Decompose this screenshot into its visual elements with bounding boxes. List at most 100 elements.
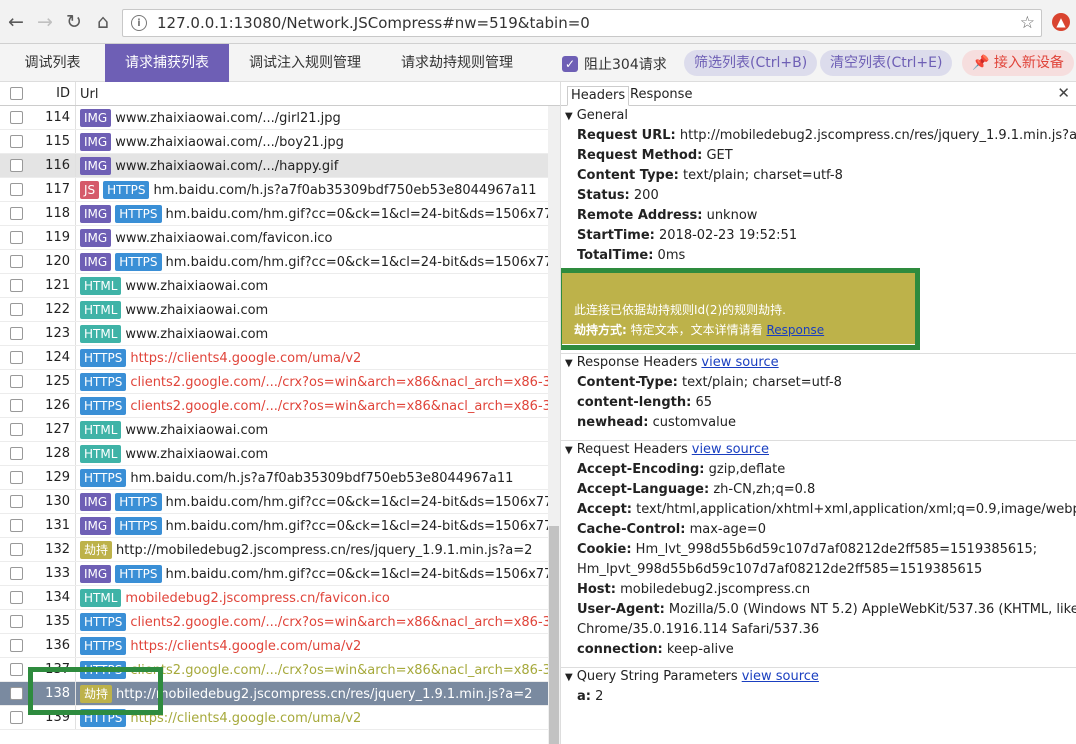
table-row[interactable]: 134 HTML mobiledebug2.jscompress.cn/favico… xyxy=(0,586,548,610)
table-row[interactable]: 115 IMG www.zhaixiaowai.com/.../boy21.jpg xyxy=(0,130,548,154)
row-checkbox[interactable] xyxy=(10,591,23,604)
request-headers-header[interactable]: ▼ Request Headers view source xyxy=(561,440,1076,460)
row-checkbox[interactable] xyxy=(10,327,23,340)
info-icon[interactable]: i xyxy=(131,15,147,31)
block304-checkbox[interactable]: ✓ 阻止304请求 xyxy=(562,54,667,74)
row-checkbox[interactable] xyxy=(10,519,23,532)
row-checkbox[interactable] xyxy=(10,567,23,580)
address-url[interactable]: 127.0.0.1:13080/Network.JSCompress#nw=51… xyxy=(157,14,590,32)
row-url-cell: IMG HTTPS hm.baidu.com/hm.gif?cc=0&ck=1&cl… xyxy=(80,202,560,226)
table-row[interactable]: 133 IMG HTTPS hm.baidu.com/hm.gif?cc=0&ck=1… xyxy=(0,562,560,586)
arrow-left-icon[interactable]: ← xyxy=(3,9,29,35)
table-row[interactable]: 139 HTTPS https://clients4.google.com/uma/… xyxy=(0,706,548,730)
home-icon[interactable]: ⌂ xyxy=(90,9,116,35)
row-checkbox[interactable] xyxy=(10,495,23,508)
table-row[interactable]: 127 HTML www.zhaixiaowai.com xyxy=(0,418,548,442)
tab-debug-list[interactable]: 调试列表 xyxy=(0,44,105,82)
table-row[interactable]: 135 HTTPS clients2.google.com/.../crx?os=w… xyxy=(0,610,560,634)
query-view-source-link[interactable]: view source xyxy=(742,669,819,684)
row-checkbox[interactable] xyxy=(10,375,23,388)
close-icon[interactable]: ✕ xyxy=(1057,84,1070,102)
table-row[interactable]: 125 HTTPS clients2.google.com/.../crx?os=w… xyxy=(0,370,560,394)
table-row[interactable]: 120 IMG HTTPS hm.baidu.com/hm.gif?cc=0&ck=1… xyxy=(0,250,560,274)
row-checkbox[interactable] xyxy=(10,687,23,700)
table-row[interactable]: 130 IMG HTTPS hm.baidu.com/hm.gif?cc=0&ck=1… xyxy=(0,490,560,514)
table-row[interactable]: 136 HTTPS https://clients4.google.com/uma/… xyxy=(0,634,548,658)
table-row[interactable]: 128 HTML www.zhaixiaowai.com xyxy=(0,442,548,466)
header-field: Host: mobiledebug2.jscompress.cn xyxy=(561,580,1076,600)
type-badge: IMG xyxy=(80,157,112,175)
select-all-checkbox[interactable] xyxy=(10,87,23,100)
address-bar[interactable]: i 127.0.0.1:13080/Network.JSCompress#nw=… xyxy=(122,9,1042,37)
filter-button[interactable]: 筛选列表(Ctrl+B) xyxy=(684,50,818,76)
table-row[interactable]: 138 劫持 http://mobiledebug2.jscompress.cn/r… xyxy=(0,682,548,706)
list-scrollbar[interactable] xyxy=(548,106,560,744)
table-row[interactable]: 114 IMG www.zhaixiaowai.com/.../girl21.jpg xyxy=(0,106,548,130)
detail-tabs: Headers Response ✕ xyxy=(561,82,1076,106)
table-row[interactable]: 122 HTML www.zhaixiaowai.com xyxy=(0,298,548,322)
row-checkbox[interactable] xyxy=(10,183,23,196)
table-row[interactable]: 123 HTML www.zhaixiaowai.com xyxy=(0,322,548,346)
arrow-right-icon[interactable]: → xyxy=(32,9,58,35)
tab-inject-rules[interactable]: 调试注入规则管理 xyxy=(229,44,381,82)
tab-hijack-rules[interactable]: 请求劫持规则管理 xyxy=(381,44,533,82)
query-header[interactable]: ▼ Query String Parameters view source xyxy=(561,667,1076,687)
row-checkbox[interactable] xyxy=(10,543,23,556)
field-value: Hm_lvt_998d55b6d59c107d7af08212de2ff585=… xyxy=(635,542,1038,557)
tab-capture-list[interactable]: 请求捕获列表 xyxy=(105,44,229,82)
row-checkbox[interactable] xyxy=(10,663,23,676)
row-checkbox[interactable] xyxy=(10,639,23,652)
field-value: Hm_lpvt_998d55b6d59c107d7af08212de2ff585… xyxy=(577,562,983,577)
request-view-source-link[interactable]: view source xyxy=(692,442,769,457)
table-row[interactable]: 117 JS HTTPS hm.baidu.com/h.js?a7f0ab35309b… xyxy=(0,178,548,202)
connect-device-button[interactable]: 📌 接入新设备 xyxy=(962,50,1074,76)
row-checkbox[interactable] xyxy=(10,231,23,244)
triangle-down-icon: ▼ xyxy=(565,358,573,369)
row-checkbox[interactable] xyxy=(10,447,23,460)
header-field: content-length: 65 xyxy=(561,393,1076,413)
row-checkbox[interactable] xyxy=(10,399,23,412)
scrollbar-thumb[interactable] xyxy=(549,526,559,744)
clear-button[interactable]: 清空列表(Ctrl+E) xyxy=(820,50,953,76)
response-link[interactable]: Response xyxy=(766,323,824,337)
reload-icon[interactable]: ↻ xyxy=(61,9,87,35)
row-checkbox[interactable] xyxy=(10,207,23,220)
response-view-source-link[interactable]: view source xyxy=(701,355,778,370)
row-url: www.zhaixiaowai.com/favicon.ico xyxy=(115,230,333,246)
table-row[interactable]: 119 IMG www.zhaixiaowai.com/favicon.ico xyxy=(0,226,548,250)
row-checkbox[interactable] xyxy=(10,711,23,724)
row-checkbox[interactable] xyxy=(10,255,23,268)
table-row[interactable]: 126 HTTPS clients2.google.com/.../crx?os=w… xyxy=(0,394,560,418)
row-checkbox[interactable] xyxy=(10,135,23,148)
field-value: 2 xyxy=(595,689,604,704)
table-row[interactable]: 116 IMG www.zhaixiaowai.com/.../happy.gif xyxy=(0,154,548,178)
row-checkbox[interactable] xyxy=(10,615,23,628)
table-row[interactable]: 137 HTTPS clients2.google.com/.../crx?os=w… xyxy=(0,658,560,682)
row-url: hm.baidu.com/hm.gif?cc=0&ck=1&cl=24-bit&… xyxy=(165,518,560,534)
row-checkbox[interactable] xyxy=(10,159,23,172)
general-header[interactable]: ▼ General xyxy=(561,106,1076,126)
check-icon[interactable]: ✓ xyxy=(562,56,578,72)
row-checkbox[interactable] xyxy=(10,423,23,436)
row-id: 136 xyxy=(45,638,70,653)
row-checkbox[interactable] xyxy=(10,279,23,292)
type-badge: HTTPS xyxy=(115,205,162,223)
row-checkbox[interactable] xyxy=(10,471,23,484)
star-icon[interactable]: ☆ xyxy=(1020,13,1035,33)
pin-icon: 📌 xyxy=(972,55,990,71)
row-checkbox[interactable] xyxy=(10,303,23,316)
row-checkbox[interactable] xyxy=(10,111,23,124)
table-row[interactable]: 124 HTTPS https://clients4.google.com/uma/… xyxy=(0,346,548,370)
field-value: text/html,application/xhtml+xml,applicat… xyxy=(636,502,1076,517)
response-headers-header[interactable]: ▼ Response Headers view source xyxy=(561,353,1076,373)
tab-response[interactable]: Response xyxy=(627,86,695,106)
row-checkbox[interactable] xyxy=(10,351,23,364)
table-row[interactable]: 132 劫持 http://mobiledebug2.jscompress.cn/r… xyxy=(0,538,548,562)
table-row[interactable]: 129 HTTPS hm.baidu.com/h.js?a7f0ab35309bdf… xyxy=(0,466,548,490)
hijack-line1: 此连接已依据劫持规则Id(2)的规则劫持. xyxy=(574,303,786,317)
extension-icon[interactable]: ▲ xyxy=(1052,13,1070,31)
table-row[interactable]: 118 IMG HTTPS hm.baidu.com/hm.gif?cc=0&ck=1… xyxy=(0,202,560,226)
table-row[interactable]: 131 IMG HTTPS hm.baidu.com/hm.gif?cc=0&ck=1… xyxy=(0,514,560,538)
table-row[interactable]: 121 HTML www.zhaixiaowai.com xyxy=(0,274,548,298)
tab-headers[interactable]: Headers xyxy=(567,86,630,106)
